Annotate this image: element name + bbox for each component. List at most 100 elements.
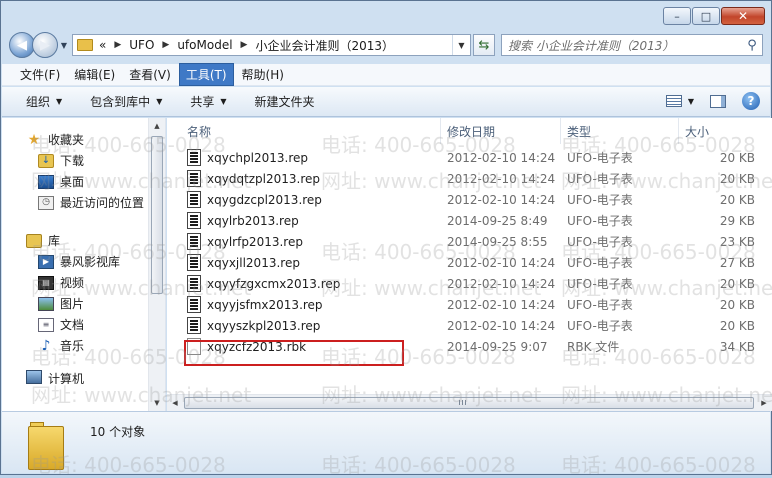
breadcrumb-current-folder[interactable]: 小企业会计准则（2013） [255,37,394,54]
menu-tools[interactable]: 工具(T) [178,63,234,86]
chevron-down-icon: ▼ [60,40,68,50]
menu-edit[interactable]: 编辑(E) [68,64,121,85]
recent-places-icon: ◷ [38,195,54,210]
new-folder-label: 新建文件夹 [254,95,315,109]
scroll-down-icon[interactable]: ▼ [149,395,165,411]
object-count: 10 个对象 [90,425,146,439]
file-size: 20 KB [719,150,755,165]
file-type: RBK 文件 [567,340,620,354]
nav-recent-places[interactable]: ◷ 最近访问的位置 [2,192,150,213]
file-row[interactable]: xqyyjsfmx2013.rep 2012-02-10 14:24 UFO-电子表… [183,294,758,315]
maximize-button[interactable]: □ [692,7,720,25]
column-name[interactable]: 名称 [181,118,441,144]
column-date[interactable]: 修改日期 [441,118,561,144]
maximize-icon: □ [700,9,712,23]
nav-favorites[interactable]: ★ 收藏夹 [2,129,150,150]
close-button[interactable]: ✕ [721,7,765,25]
file-row[interactable]: xqyyszkpl2013.rep 2012-02-10 14:24 UFO-电子表… [183,315,758,336]
file-name-cell: xqyyszkpl2013.rep [187,315,443,336]
search-icon[interactable]: ⚲ [742,38,762,53]
menu-view[interactable]: 查看(V) [123,64,177,85]
nav-label: 图片 [60,297,85,311]
file-row[interactable]: xqydqtzpl2013.rep 2012-02-10 14:24 UFO-电子表… [183,168,758,189]
column-type[interactable]: 类型 [561,118,679,144]
scrollbar-thumb[interactable] [151,136,163,294]
view-controls: ▼ ? [665,92,760,110]
scroll-left-icon[interactable]: ◀ [167,395,183,411]
nav-pictures[interactable]: 图片 [2,293,150,314]
spreadsheet-file-icon [187,170,201,187]
nav-tree: ★ 收藏夹 ↓ 下载 桌面 ◷ 最近访问的位置 库 ▶ 暴风影视库 ▤ 视频 图片 ≡ 文档… [2,118,150,384]
storm-video-icon: ▶ [38,254,54,269]
file-row[interactable]: xqylrb2013.rep 2014-09-25 8:49 UFO-电子表 29 K… [183,210,758,231]
scrollbar-thumb[interactable] [184,397,754,409]
file-row[interactable]: xqychpl2013.rep 2012-02-10 14:24 UFO-电子表 20… [183,147,758,168]
breadcrumb-ufo[interactable]: UFO [129,38,154,52]
preview-pane-icon[interactable] [710,94,726,108]
back-arrow-icon: ◀ [17,37,27,53]
column-size-label: 大小 [685,124,710,139]
nav-storm-video-library[interactable]: ▶ 暴风影视库 [2,251,150,272]
breadcrumb-separator-icon[interactable]: ▶ [114,40,121,50]
close-icon: ✕ [737,9,749,23]
menu-file[interactable]: 文件(F) [14,64,66,85]
spreadsheet-file-icon [187,191,201,208]
nav-libraries[interactable]: 库 [2,230,150,251]
file-row[interactable]: xqyyfzgxcmx2013.rep 2012-02-10 14:24 UFO-电… [183,273,758,294]
file-row[interactable]: xqygdzcpl2013.rep 2012-02-10 14:24 UFO-电子表… [183,189,758,210]
scroll-up-icon[interactable]: ▲ [149,118,165,134]
breadcrumb-overflow[interactable]: « [99,38,106,52]
chevron-down-icon: ▼ [220,97,227,106]
nav-label: 计算机 [48,372,85,384]
file-date: 2012-02-10 14:24 [447,318,556,333]
file-date: 2012-02-10 14:24 [447,255,556,270]
spreadsheet-file-icon [187,149,201,166]
nav-videos[interactable]: ▤ 视频 [2,272,150,293]
nav-label: 文档 [60,318,85,332]
organize-button[interactable]: 组织 ▼ [26,93,62,110]
nav-label: 暴风影视库 [60,255,121,269]
nav-downloads[interactable]: ↓ 下载 [2,150,150,171]
address-history-dropdown[interactable]: ▼ [452,35,470,55]
share-button[interactable]: 共享 ▼ [190,93,226,110]
nav-music[interactable]: ♪ 音乐 [2,335,150,356]
file-name: xqylrfp2013.rep [207,234,303,249]
file-size: 20 KB [719,318,755,333]
file-type: UFO-电子表 [567,235,633,249]
file-row[interactable]: xqyxjll2013.rep 2012-02-10 14:24 UFO-电子表 27… [183,252,758,273]
change-view-icon[interactable] [665,95,682,107]
breadcrumb: « ▶ UFO ▶ ufoModel ▶ 小企业会计准则（2013） [99,37,394,54]
file-date: 2012-02-10 14:24 [447,276,556,291]
file-size: 20 KB [719,171,755,186]
address-bar[interactable]: « ▶ UFO ▶ ufoModel ▶ 小企业会计准则（2013） ▼ [72,34,471,56]
file-type: UFO-电子表 [567,298,633,312]
file-type: UFO-电子表 [567,172,633,186]
breadcrumb-ufomodel[interactable]: ufoModel [177,38,232,52]
file-row[interactable]: xqylrfp2013.rep 2014-09-25 8:55 UFO-电子表 23 … [183,231,758,252]
menu-bar: 文件(F) 编辑(E) 查看(V) 工具(T) 帮助(H) [2,63,770,86]
refresh-button[interactable]: ⇆ [473,34,495,56]
menu-help[interactable]: 帮助(H) [236,64,290,85]
nav-vertical-scrollbar[interactable]: ▲ ▼ [148,118,165,411]
minimize-button[interactable]: – [663,7,691,25]
nav-computer[interactable]: 计算机 [2,370,150,384]
breadcrumb-separator-icon[interactable]: ▶ [162,40,169,50]
file-size: 20 KB [719,192,755,207]
forward-button[interactable]: ▶ [32,32,58,58]
column-date-label: 修改日期 [447,124,496,139]
help-icon[interactable]: ? [742,92,760,110]
breadcrumb-separator-icon[interactable]: ▶ [241,40,248,50]
nav-desktop[interactable]: 桌面 [2,171,150,192]
column-name-label: 名称 [187,124,212,139]
include-in-library-button[interactable]: 包含到库中 ▼ [90,93,162,110]
scroll-right-icon[interactable]: ▶ [756,395,772,411]
nav-documents[interactable]: ≡ 文档 [2,314,150,335]
column-size[interactable]: 大小 [679,118,759,144]
chevron-down-icon[interactable]: ▼ [688,97,694,106]
horizontal-scrollbar[interactable]: ◀ ▶ [167,394,772,411]
recent-pages-dropdown[interactable]: ▼ [58,41,70,50]
folder-icon [28,422,64,470]
search-input[interactable]: 搜索 小企业会计准则（2013） ⚲ [501,34,763,56]
new-folder-button[interactable]: 新建文件夹 [255,93,315,110]
organize-label: 组织 [26,95,51,109]
